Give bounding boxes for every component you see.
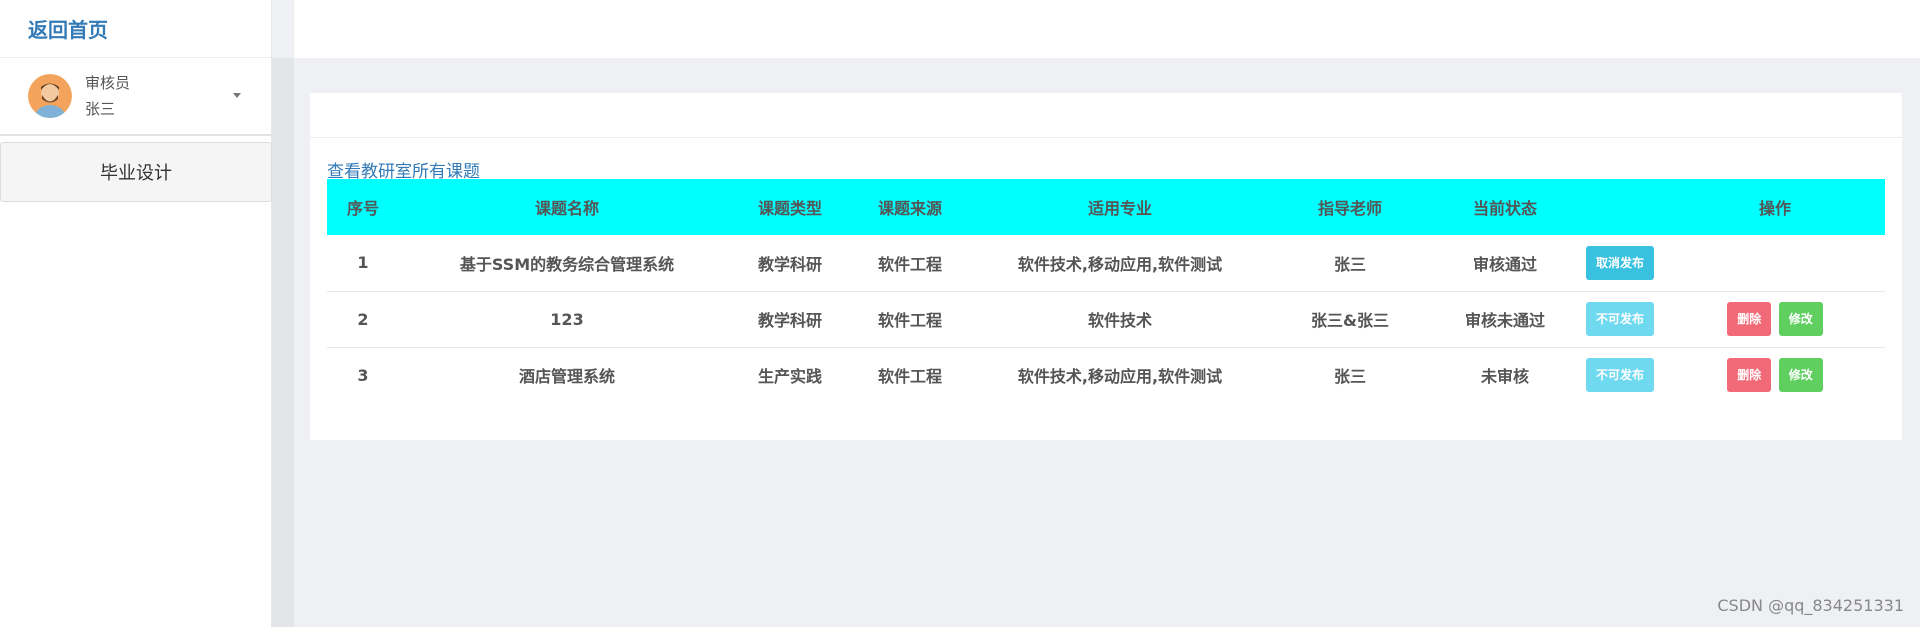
col-header-actions: 操作 (1758, 199, 1791, 218)
edit-button[interactable]: 修改 (1778, 358, 1823, 393)
table-row: 3 酒店管理系统 生产实践 软件工程 软件技术,移动应用,软件测试 张三 未审核… (327, 347, 1885, 403)
topics-table: 序号 课题名称 课题类型 课题来源 适用专业 指导老师 当前状态 操作 1 基于… (327, 179, 1885, 403)
cell-no: 2 (357, 309, 369, 329)
cell-publish: 取消发布 (1575, 235, 1665, 291)
top-bar (293, 0, 1920, 58)
watermark: CSDN @qq_834251331 (1717, 596, 1904, 615)
cell-no: 1 (357, 253, 369, 273)
cell-major: 软件技术,移动应用,软件测试 (1017, 254, 1223, 274)
not-publishable-button[interactable]: 不可发布 (1585, 302, 1654, 336)
cell-major: 软件技术 (1087, 311, 1152, 330)
col-header-teacher: 指导老师 (1317, 199, 1382, 218)
cell-status: 未审核 (1480, 367, 1529, 387)
sidebar-gutter (272, 58, 294, 627)
delete-button[interactable]: 删除 (1727, 302, 1772, 336)
col-header-publish (1575, 179, 1665, 235)
cell-source: 软件工程 (877, 367, 942, 387)
content-panel: 查看教研室所有课题 序号 课题名称 课题类型 课题来源 适用专业 指导老师 当前… (310, 93, 1902, 440)
col-header-source: 课题来源 (877, 199, 942, 218)
cell-actions: 删除 修改 (1665, 347, 1885, 403)
home-link[interactable]: 返回首页 (0, 0, 271, 58)
cell-source: 软件工程 (877, 254, 942, 274)
cell-status: 审核通过 (1472, 254, 1537, 274)
not-publishable-button[interactable]: 不可发布 (1585, 358, 1654, 393)
cell-teacher: 张三&张三 (1311, 311, 1389, 330)
table-row: 1 基于SSM的教务综合管理系统 教学科研 软件工程 软件技术,移动应用,软件测… (327, 235, 1885, 291)
col-header-title: 课题名称 (534, 199, 599, 218)
col-header-status: 当前状态 (1472, 199, 1537, 218)
sidebar-item-graduation-design[interactable]: 毕业设计 (0, 142, 272, 202)
cell-actions: 删除 修改 (1665, 291, 1885, 347)
cell-type: 生产实践 (757, 367, 822, 387)
user-name: 张三 (85, 100, 116, 118)
col-header-major: 适用专业 (1087, 199, 1152, 218)
col-header-type: 课题类型 (757, 199, 822, 218)
sidebar: 返回首页 审核员 张三 毕业设计 (0, 0, 272, 627)
avatar (28, 74, 72, 118)
user-panel[interactable]: 审核员 张三 (0, 58, 271, 136)
cell-publish: 不可发布 (1575, 347, 1665, 403)
panel-header (310, 93, 1902, 138)
col-header-no: 序号 (346, 199, 379, 218)
delete-button[interactable]: 删除 (1727, 358, 1772, 393)
table-row: 2 123 教学科研 软件工程 软件技术 张三&张三 审核未通过 不可发布 删除… (327, 291, 1885, 347)
cell-title: 123 (550, 309, 584, 329)
cell-title: 基于SSM的教务综合管理系统 (459, 254, 675, 274)
cell-status: 审核未通过 (1464, 311, 1545, 330)
cell-type: 教学科研 (757, 311, 822, 330)
unpublish-button[interactable]: 取消发布 (1585, 245, 1654, 280)
cell-actions (1665, 235, 1885, 291)
table-header-row: 序号 课题名称 课题类型 课题来源 适用专业 指导老师 当前状态 操作 (327, 179, 1885, 235)
user-role: 审核员 (85, 74, 131, 92)
cell-source: 软件工程 (877, 311, 942, 330)
cell-teacher: 张三 (1333, 367, 1366, 387)
chevron-down-icon[interactable] (233, 93, 241, 98)
edit-button[interactable]: 修改 (1778, 302, 1823, 336)
cell-publish: 不可发布 (1575, 291, 1665, 347)
cell-title: 酒店管理系统 (518, 367, 615, 387)
cell-teacher: 张三 (1333, 254, 1366, 274)
cell-type: 教学科研 (757, 254, 822, 274)
cell-major: 软件技术,移动应用,软件测试 (1017, 367, 1223, 387)
cell-no: 3 (357, 365, 369, 385)
